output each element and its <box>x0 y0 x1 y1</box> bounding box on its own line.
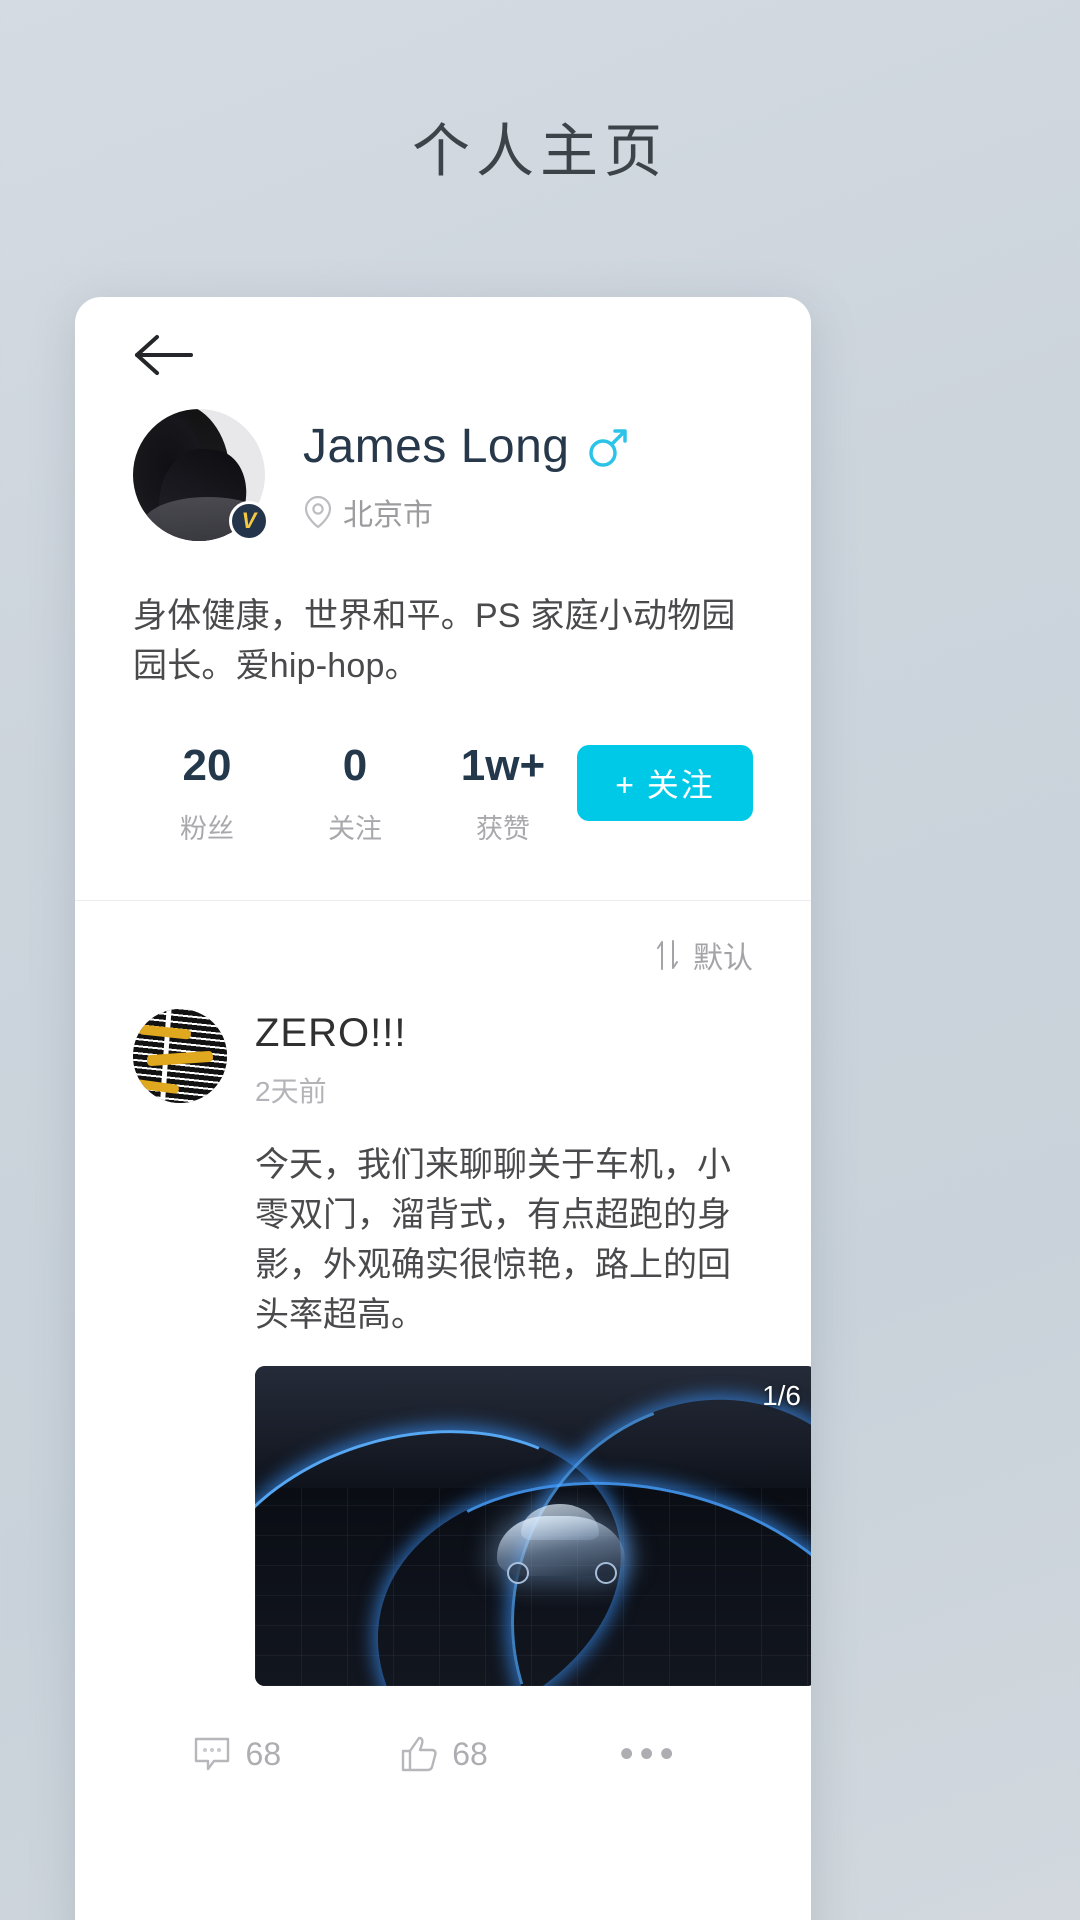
post-author-name[interactable]: ZERO!!! <box>255 1011 406 1056</box>
profile-header: V James Long 北京市 <box>133 405 753 541</box>
stat-label: 关注 <box>328 814 382 844</box>
avatar[interactable]: V <box>133 409 269 541</box>
stat-value: 1w+ <box>460 741 546 790</box>
media-art-wheel-front <box>507 1562 529 1584</box>
profile-bio: 身体健康，世界和平。PS 家庭小动物园园长。爱hip-hop。 <box>133 597 736 685</box>
feed-post: ZERO!!! 2天前 今天，我们来聊聊关于车机，小零双门，溜背式，有点超跑的身… <box>75 1009 811 1800</box>
sort-updown-icon <box>655 939 681 971</box>
profile-card: V James Long 北京市 身体健康，世界和平。PS 家庭小动物园园长。爱… <box>75 297 811 1920</box>
navigation-bar <box>75 297 811 405</box>
location-row: 北京市 <box>303 490 630 534</box>
stat-label: 获赞 <box>476 814 530 844</box>
feed-sort-row: 默认 <box>75 901 811 1009</box>
comment-icon <box>194 1737 229 1771</box>
page-title: 个人主页 <box>411 119 668 184</box>
post-meta: ZERO!!! 2天前 <box>255 1009 406 1110</box>
back-button[interactable] <box>131 327 195 383</box>
profile-section: V James Long 北京市 身体健康，世界和平。PS 家庭小动物园园长。爱… <box>75 405 811 900</box>
like-count: 68 <box>452 1735 488 1772</box>
thumbs-up-icon <box>402 1736 437 1772</box>
verified-badge-icon: V <box>229 501 269 541</box>
stats-row: 20 粉丝 0 关注 1w+ 获赞 + 关注 <box>133 739 753 900</box>
stat-following[interactable]: 0 关注 <box>281 739 429 846</box>
post-action-bar: 68 68 ••• <box>133 1708 753 1800</box>
like-button[interactable]: 68 <box>340 1735 547 1773</box>
post-header: ZERO!!! 2天前 <box>133 1009 753 1110</box>
stat-likes[interactable]: 1w+ 获赞 <box>429 739 577 846</box>
stat-label: 粉丝 <box>180 814 234 844</box>
location-pin-icon <box>303 495 333 529</box>
more-dots-icon: ••• <box>619 1732 680 1776</box>
arrow-left-icon <box>135 335 193 375</box>
media-art-wheel-rear <box>595 1562 617 1584</box>
stat-followers[interactable]: 20 粉丝 <box>133 739 281 846</box>
male-gender-icon <box>586 425 630 469</box>
comment-count: 68 <box>245 1735 282 1772</box>
post-media[interactable]: 1/6 <box>255 1366 811 1686</box>
sort-button[interactable]: 默认 <box>655 933 753 977</box>
post-text: 今天，我们来聊聊关于车机，小零双门，溜背式，有点超跑的身影，外观确实很惊艳，路上… <box>255 1146 731 1334</box>
identity-block: James Long 北京市 <box>303 405 630 534</box>
post-timestamp: 2天前 <box>255 1076 327 1107</box>
name-row: James Long <box>303 419 630 474</box>
stat-value: 20 <box>182 741 232 790</box>
post-author-avatar[interactable] <box>133 1009 227 1103</box>
location-text: 北京市 <box>343 499 433 532</box>
follow-button[interactable]: + 关注 <box>577 745 753 821</box>
comment-button[interactable]: 68 <box>133 1735 340 1773</box>
media-page-counter: 1/6 <box>762 1380 801 1411</box>
sort-label: 默认 <box>693 942 753 975</box>
more-button[interactable]: ••• <box>546 1732 753 1776</box>
stat-value: 0 <box>342 741 368 790</box>
user-name: James Long <box>303 420 570 473</box>
